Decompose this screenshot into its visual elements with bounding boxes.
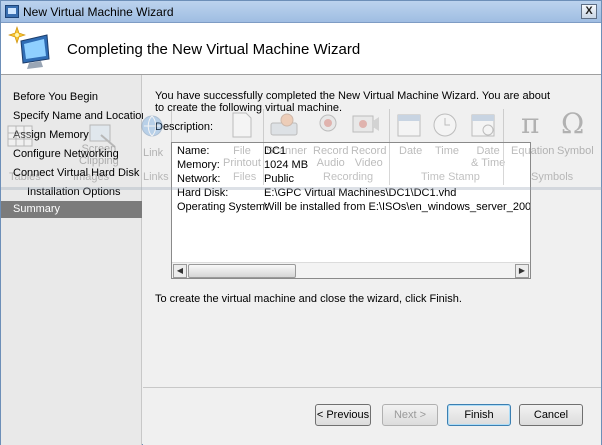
description-key: Name:: [177, 145, 210, 157]
cancel-button[interactable]: Cancel: [519, 404, 583, 426]
nav-item-installation-options[interactable]: Installation Options: [1, 184, 142, 201]
close-button[interactable]: X: [581, 4, 597, 19]
description-key: Hard Disk:: [177, 187, 229, 199]
virtual-machine-icon: [5, 5, 19, 18]
wizard-window: New Virtual Machine Wizard X Completing …: [0, 0, 602, 445]
scroll-thumb[interactable]: [188, 264, 296, 278]
title-bar[interactable]: New Virtual Machine Wizard X: [1, 1, 601, 23]
description-value: Public: [264, 173, 294, 185]
summary-panel: You have successfully completed the New …: [143, 75, 601, 445]
nav-item-specify-name[interactable]: Specify Name and Location: [1, 108, 148, 125]
scroll-left-icon[interactable]: ◀: [173, 264, 187, 278]
description-key: Operating System:: [177, 201, 269, 213]
window-title: New Virtual Machine Wizard: [23, 5, 174, 19]
description-key: Network:: [177, 173, 221, 185]
finish-button[interactable]: Finish: [447, 404, 511, 426]
description-box[interactable]: Name: DC1 Memory: 1024 MB Network: Publi…: [171, 142, 531, 279]
description-value: 1024 MB: [264, 159, 309, 171]
horizontal-scrollbar[interactable]: ◀ ▶: [172, 262, 530, 278]
finish-instruction: To create the virtual machine and close …: [155, 293, 462, 305]
wizard-monitor-icon: [8, 26, 50, 69]
wizard-step-list: Before You Begin Specify Name and Locati…: [1, 75, 148, 445]
next-button[interactable]: Next >: [382, 404, 438, 426]
description-label: Description:: [155, 121, 214, 133]
description-content: Name: DC1 Memory: 1024 MB Network: Publi…: [177, 145, 530, 260]
previous-button[interactable]: < Previous: [315, 404, 371, 426]
nav-item-summary[interactable]: Summary: [1, 201, 142, 218]
description-value: DC1: [264, 145, 287, 157]
page-title: Completing the New Virtual Machine Wizar…: [67, 41, 361, 58]
description-key: Memory:: [177, 159, 220, 171]
divider: [143, 387, 601, 388]
wizard-header: Completing the New Virtual Machine Wizar…: [1, 23, 601, 75]
description-value: Will be installed from E:\ISOs\en_window…: [264, 201, 530, 213]
nav-item-before-you-begin[interactable]: Before You Begin: [1, 89, 142, 106]
intro-text: You have successfully completed the New …: [155, 90, 551, 114]
description-value: E:\GPC Virtual Machines\DC1\DC1.vhd: [264, 187, 457, 199]
nav-item-connect-virtual-hard-disk[interactable]: Connect Virtual Hard Disk: [1, 165, 142, 182]
nav-item-configure-networking[interactable]: Configure Networking: [1, 146, 142, 163]
scroll-right-icon[interactable]: ▶: [515, 264, 529, 278]
nav-item-assign-memory[interactable]: Assign Memory: [1, 127, 142, 144]
